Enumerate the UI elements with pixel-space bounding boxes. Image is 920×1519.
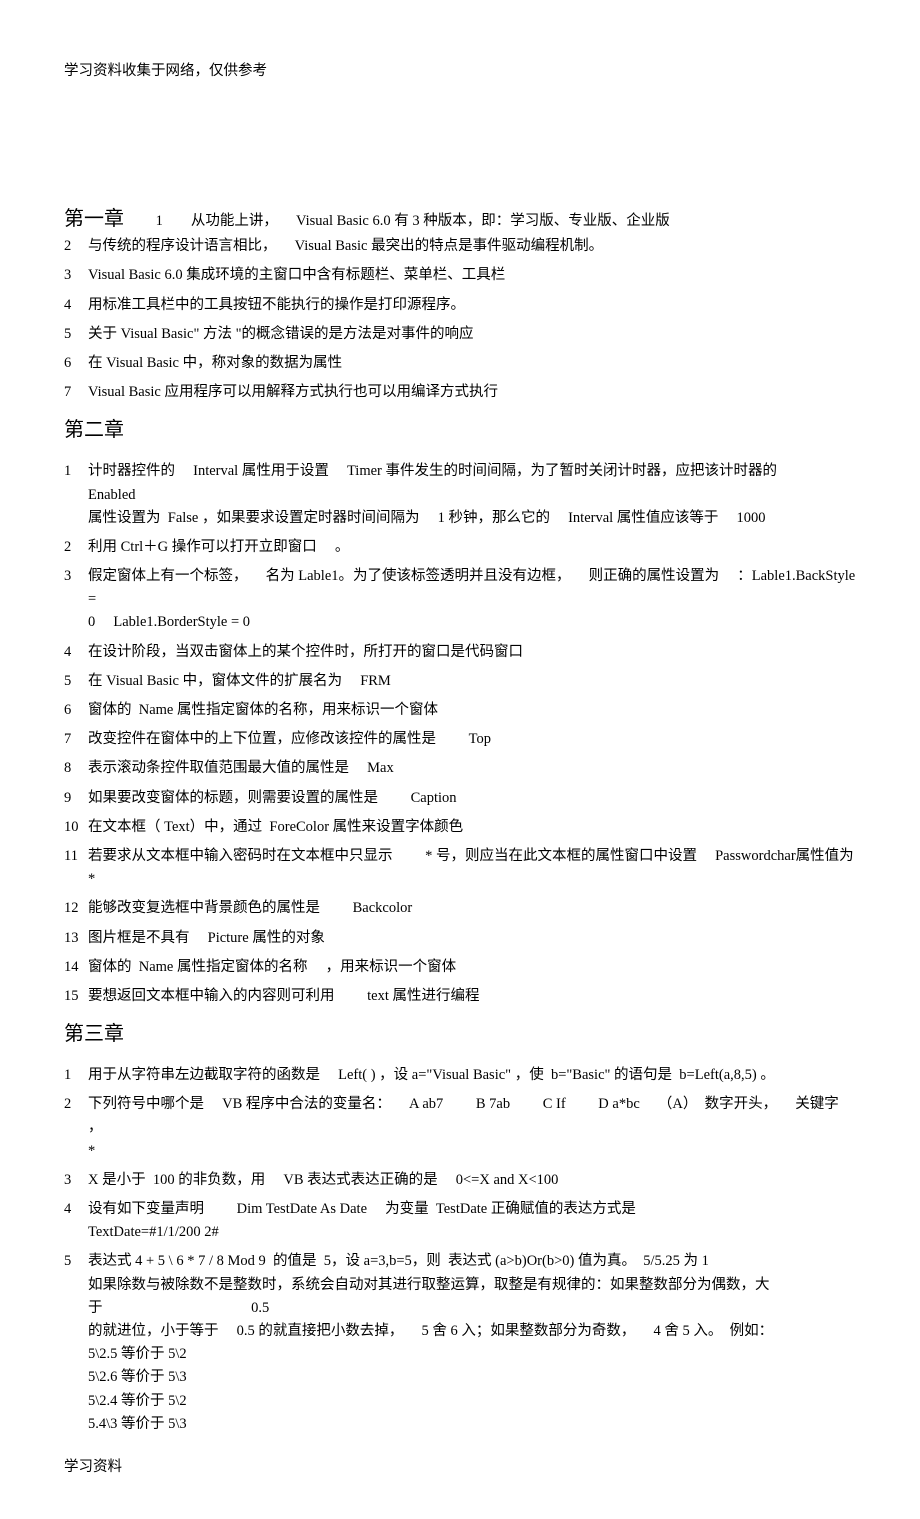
item-text: Visual Basic 应用程序可以用解释方式执行也可以用编译方式执行 (88, 381, 856, 404)
item-text: 表示滚动条控件取值范围最大值的属性是 Max (88, 757, 856, 780)
item-number: 5 (64, 323, 88, 346)
item-text: 若要求从文本框中输入密码时在文本框中只显示 * 号，则应当在此文本框的属性窗口中… (88, 845, 856, 891)
header-note: 学习资料收集于网络，仅供参考 (64, 60, 856, 83)
item-number: 2 (64, 1093, 88, 1163)
item-number: 3 (64, 1169, 88, 1192)
chapter-1-item-5: 5 关于 Visual Basic" 方法 "的概念错误的是方法是对事件的响应 (64, 323, 856, 346)
page-footer: 学习资料 (64, 1456, 856, 1479)
item-number: 9 (64, 787, 88, 810)
chapter-1-item-6: 6 在 Visual Basic 中，称对象的数据为属性 (64, 352, 856, 375)
chapter-2-item-5: 5 在 Visual Basic 中，窗体文件的扩展名为 FRM (64, 670, 856, 693)
item-text: 在设计阶段，当双击窗体上的某个控件时，所打开的窗口是代码窗口 (88, 641, 856, 664)
item-text: 利用 Ctrl＋G 操作可以打开立即窗口 。 (88, 536, 856, 559)
item-number: 2 (64, 536, 88, 559)
item-text: 关于 Visual Basic" 方法 "的概念错误的是方法是对事件的响应 (88, 323, 856, 346)
chapter-2-title: 第二章 (64, 414, 856, 446)
chapter-2-item-13: 13 图片框是不具有 Picture 属性的对象 (64, 927, 856, 950)
chapter-1-item-4: 4 用标准工具栏中的工具按钮不能执行的操作是打印源程序。 (64, 294, 856, 317)
item-text: 在 Visual Basic 中，称对象的数据为属性 (88, 352, 856, 375)
item-text: 从功能上讲， Visual Basic 6.0 有 3 种版本，即：学习版、专业… (191, 213, 670, 229)
item-number: 6 (64, 699, 88, 722)
chapter-2-item-9: 9 如果要改变窗体的标题，则需要设置的属性是 Caption (64, 787, 856, 810)
chapter-3-item-4: 4 设有如下变量声明 Dim TestDate As Date 为变量 Test… (64, 1198, 856, 1244)
chapter-1-item-2: 2 与传统的程序设计语言相比， Visual Basic 最突出的特点是事件驱动… (64, 235, 856, 258)
item-text: 用于从字符串左边截取字符的函数是 Left( ) ，设 a="Visual Ba… (88, 1064, 856, 1087)
item-number: 4 (64, 294, 88, 317)
item-number: 4 (64, 641, 88, 664)
item-number: 1 (64, 460, 88, 530)
item-text: 下列符号中哪个是 VB 程序中合法的变量名： A ab7 B 7ab C If … (88, 1093, 856, 1163)
chapter-2-item-3: 3 假定窗体上有一个标签， 名为 Lable1。为了使该标签透明并且没有边框， … (64, 565, 856, 635)
item-text: 能够改变复选框中背景颜色的属性是 Backcolor (88, 897, 856, 920)
item-number: 15 (64, 985, 88, 1008)
chapter-3-item-2: 2 下列符号中哪个是 VB 程序中合法的变量名： A ab7 B 7ab C I… (64, 1093, 856, 1163)
item-text: 窗体的 Name 属性指定窗体的名称 ，用来标识一个窗体 (88, 956, 856, 979)
chapter-2-item-15: 15 要想返回文本框中输入的内容则可利用 text 属性进行编程 (64, 985, 856, 1008)
document-page: 学习资料收集于网络，仅供参考 第一章 1从功能上讲， Visual Basic … (0, 0, 920, 1519)
chapter-1-title: 第一章 (64, 208, 124, 230)
item-text: 如果要改变窗体的标题，则需要设置的属性是 Caption (88, 787, 856, 810)
item-number: 5 (64, 670, 88, 693)
chapter-2-item-14: 14 窗体的 Name 属性指定窗体的名称 ，用来标识一个窗体 (64, 956, 856, 979)
item-number: 14 (64, 956, 88, 979)
chapter-2-item-11: 11 若要求从文本框中输入密码时在文本框中只显示 * 号，则应当在此文本框的属性… (64, 845, 856, 891)
item-text: 改变控件在窗体中的上下位置，应修改该控件的属性是 Top (88, 728, 856, 751)
item-number: 6 (64, 352, 88, 375)
item-number: 7 (64, 381, 88, 404)
item-number: 5 (64, 1250, 88, 1436)
item-text: Visual Basic 6.0 集成环境的主窗口中含有标题栏、菜单栏、工具栏 (88, 264, 856, 287)
chapter-2-item-4: 4 在设计阶段，当双击窗体上的某个控件时，所打开的窗口是代码窗口 (64, 641, 856, 664)
chapter-3-item-5: 5 表达式 4 + 5 \ 6 * 7 / 8 Mod 9 的值是 5，设 a=… (64, 1250, 856, 1436)
item-number: 12 (64, 897, 88, 920)
chapter-2-item-1: 1 计时器控件的 Interval 属性用于设置 Timer 事件发生的时间间隔… (64, 460, 856, 530)
item-number: 2 (64, 235, 88, 258)
item-text: 图片框是不具有 Picture 属性的对象 (88, 927, 856, 950)
item-number: 1 (64, 1064, 88, 1087)
item-text: 在文本框（ Text）中，通过 ForeColor 属性来设置字体颜色 (88, 816, 856, 839)
item-number: 10 (64, 816, 88, 839)
item-text: 在 Visual Basic 中，窗体文件的扩展名为 FRM (88, 670, 856, 693)
item-number: 11 (64, 845, 88, 891)
item-number: 3 (64, 565, 88, 635)
item-number: 7 (64, 728, 88, 751)
item-text: 要想返回文本框中输入的内容则可利用 text 属性进行编程 (88, 985, 856, 1008)
item-number: 8 (64, 757, 88, 780)
chapter-2-item-6: 6 窗体的 Name 属性指定窗体的名称，用来标识一个窗体 (64, 699, 856, 722)
item-text: 计时器控件的 Interval 属性用于设置 Timer 事件发生的时间间隔，为… (88, 460, 856, 530)
chapter-2-item-2: 2 利用 Ctrl＋G 操作可以打开立即窗口 。 (64, 536, 856, 559)
chapter-2-item-7: 7 改变控件在窗体中的上下位置，应修改该控件的属性是 Top (64, 728, 856, 751)
chapter-1-item-7: 7 Visual Basic 应用程序可以用解释方式执行也可以用编译方式执行 (64, 381, 856, 404)
chapter-1-item-1-inline: 1从功能上讲， Visual Basic 6.0 有 3 种版本，即：学习版、专… (128, 213, 670, 229)
chapter-2-item-8: 8 表示滚动条控件取值范围最大值的属性是 Max (64, 757, 856, 780)
item-text: 设有如下变量声明 Dim TestDate As Date 为变量 TestDa… (88, 1198, 856, 1244)
chapter-3-item-3: 3 X 是小于 100 的非负数，用 VB 表达式表达正确的是 0<=X and… (64, 1169, 856, 1192)
item-number: 4 (64, 1198, 88, 1244)
item-text: 表达式 4 + 5 \ 6 * 7 / 8 Mod 9 的值是 5，设 a=3,… (88, 1250, 856, 1436)
chapter-2-item-12: 12 能够改变复选框中背景颜色的属性是 Backcolor (64, 897, 856, 920)
item-text: 用标准工具栏中的工具按钮不能执行的操作是打印源程序。 (88, 294, 856, 317)
item-number: 13 (64, 927, 88, 950)
chapter-3-item-1: 1 用于从字符串左边截取字符的函数是 Left( ) ，设 a="Visual … (64, 1064, 856, 1087)
chapter-3-title: 第三章 (64, 1018, 856, 1050)
item-number: 3 (64, 264, 88, 287)
item-text: X 是小于 100 的非负数，用 VB 表达式表达正确的是 0<=X and X… (88, 1169, 856, 1192)
chapter-2-item-10: 10 在文本框（ Text）中，通过 ForeColor 属性来设置字体颜色 (64, 816, 856, 839)
item-text: 与传统的程序设计语言相比， Visual Basic 最突出的特点是事件驱动编程… (88, 235, 856, 258)
item-text: 窗体的 Name 属性指定窗体的名称，用来标识一个窗体 (88, 699, 856, 722)
chapter-1-item-3: 3 Visual Basic 6.0 集成环境的主窗口中含有标题栏、菜单栏、工具… (64, 264, 856, 287)
item-text: 假定窗体上有一个标签， 名为 Lable1。为了使该标签透明并且没有边框， 则正… (88, 565, 856, 635)
chapter-1: 第一章 1从功能上讲， Visual Basic 6.0 有 3 种版本，即：学… (64, 203, 856, 235)
